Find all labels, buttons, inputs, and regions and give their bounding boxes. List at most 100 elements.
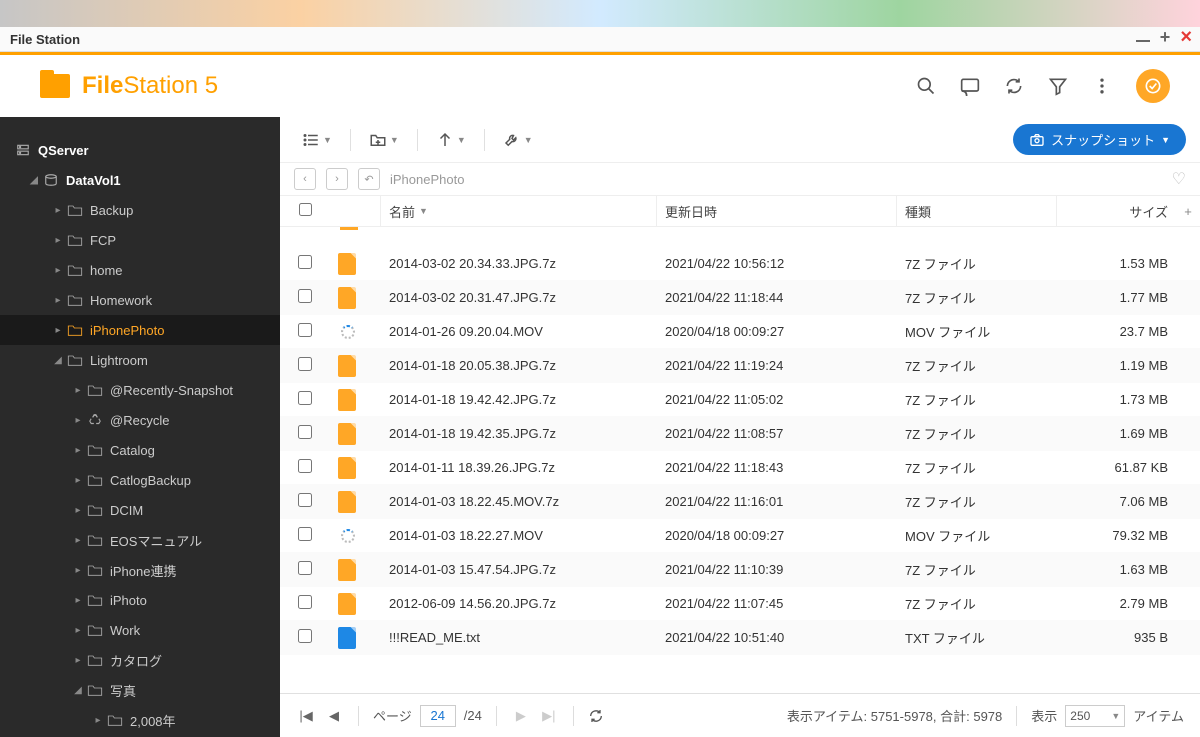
last-page-button[interactable]: ▶| <box>539 708 559 724</box>
sidebar-subitem-5-0[interactable]: ▸@Recently-Snapshot <box>0 375 280 405</box>
cast-icon[interactable] <box>960 76 980 96</box>
sidebar-subitem-5-5[interactable]: ▸EOSマニュアル <box>0 525 280 555</box>
nav-forward-button[interactable]: › <box>326 168 348 190</box>
table-row[interactable]: 2014-03-02 20.31.47.JPG.7z 2021/04/22 11… <box>280 281 1200 315</box>
file-date: 2021/04/22 11:18:43 <box>656 451 896 484</box>
row-checkbox[interactable] <box>298 527 312 541</box>
table-row[interactable]: 2014-01-18 20.05.38.JPG.7z 2021/04/22 11… <box>280 349 1200 383</box>
upload-button[interactable]: ▼ <box>428 127 474 153</box>
row-checkbox[interactable] <box>298 425 312 439</box>
sidebar-subitem-5-10[interactable]: ◢写真 <box>0 675 280 705</box>
more-icon[interactable] <box>1092 76 1112 96</box>
table-row[interactable]: 2014-01-03 15.47.54.JPG.7z 2021/04/22 11… <box>280 553 1200 587</box>
sidebar-subitem-5-3[interactable]: ▸CatlogBackup <box>0 465 280 495</box>
file-date: 2021/04/22 10:51:40 <box>656 621 896 654</box>
table-row[interactable]: 2014-01-18 19.42.35.JPG.7z 2021/04/22 11… <box>280 417 1200 451</box>
sidebar-volume[interactable]: ◢DataVol1 <box>0 165 280 195</box>
file-size: 7.06 MB <box>1056 485 1176 518</box>
refresh-icon[interactable] <box>1004 76 1024 96</box>
next-page-button[interactable]: ▶ <box>511 708 531 724</box>
prev-page-button[interactable]: ◀ <box>324 708 344 724</box>
sidebar-subitem-5-6[interactable]: ▸iPhone連携 <box>0 555 280 585</box>
view-mode-button[interactable]: ▼ <box>294 127 340 153</box>
file-size: 61.87 KB <box>1056 451 1176 484</box>
file-name: 2014-01-26 09.20.04.MOV <box>380 315 656 348</box>
row-checkbox[interactable] <box>298 493 312 507</box>
sidebar-subsubitem-0[interactable]: ▸2,008年 <box>0 705 280 735</box>
nav-back-button[interactable]: ‹ <box>294 168 316 190</box>
sidebar-item-1[interactable]: ▸FCP <box>0 225 280 255</box>
page-size-select[interactable]: 250▼ <box>1065 705 1125 727</box>
content-toolbar: ▼ ▼ ▼ ▼ スナップショット ▼ <box>280 117 1200 163</box>
snapshot-button[interactable]: スナップショット ▼ <box>1013 124 1186 155</box>
page-input[interactable] <box>420 705 456 727</box>
up-folder-indicator[interactable] <box>280 227 1200 247</box>
file-date: 2021/04/22 11:05:02 <box>656 383 896 416</box>
sidebar-subitem-5-2[interactable]: ▸Catalog <box>0 435 280 465</box>
desktop-background <box>0 0 1200 27</box>
sidebar-item-4[interactable]: ▸iPhonePhoto <box>0 315 280 345</box>
file-name: 2014-03-02 20.31.47.JPG.7z <box>380 281 656 314</box>
row-checkbox[interactable] <box>298 391 312 405</box>
search-icon[interactable] <box>916 76 936 96</box>
column-name[interactable]: 名前▼ <box>380 196 656 226</box>
file-date: 2021/04/22 11:07:45 <box>656 587 896 620</box>
sidebar-item-0[interactable]: ▸Backup <box>0 195 280 225</box>
sidebar-root[interactable]: QServer <box>0 135 280 165</box>
breadcrumb-bar: ‹ › ↶ iPhonePhoto ♡ <box>280 163 1200 195</box>
file-size: 1.73 MB <box>1056 383 1176 416</box>
row-checkbox[interactable] <box>298 289 312 303</box>
file-size: 1.69 MB <box>1056 417 1176 450</box>
file-date: 2021/04/22 11:10:39 <box>656 553 896 586</box>
table-row[interactable]: 2012-06-09 14.56.20.JPG.7z 2021/04/22 11… <box>280 587 1200 621</box>
column-type[interactable]: 種類 <box>896 196 1056 226</box>
maximize-icon[interactable]: + <box>1160 30 1171 44</box>
file-name: 2014-01-18 19.42.35.JPG.7z <box>380 417 656 450</box>
first-page-button[interactable]: |◀ <box>296 708 316 724</box>
row-checkbox[interactable] <box>298 357 312 371</box>
column-size[interactable]: サイズ <box>1056 196 1176 226</box>
favorite-icon[interactable]: ♡ <box>1172 169 1186 189</box>
sidebar-subitem-5-4[interactable]: ▸DCIM <box>0 495 280 525</box>
row-checkbox[interactable] <box>298 323 312 337</box>
file-date: 2021/04/22 11:16:01 <box>656 485 896 518</box>
table-row[interactable]: 2014-01-26 09.20.04.MOV 2020/04/18 00:09… <box>280 315 1200 349</box>
file-icon <box>338 457 356 479</box>
table-row[interactable]: 2014-01-18 19.42.42.JPG.7z 2021/04/22 11… <box>280 383 1200 417</box>
file-name: 2014-01-03 15.47.54.JPG.7z <box>380 553 656 586</box>
select-all-checkbox[interactable] <box>299 203 312 216</box>
row-checkbox[interactable] <box>298 255 312 269</box>
items-suffix: アイテム <box>1133 706 1184 725</box>
sidebar-item-3[interactable]: ▸Homework <box>0 285 280 315</box>
new-folder-button[interactable]: ▼ <box>361 127 407 153</box>
sidebar-item-5[interactable]: ◢Lightroom <box>0 345 280 375</box>
snapshot-label: スナップショット <box>1051 130 1155 149</box>
row-checkbox[interactable] <box>298 561 312 575</box>
nav-undo-button[interactable]: ↶ <box>358 168 380 190</box>
table-row[interactable]: 2014-01-03 18.22.45.MOV.7z 2021/04/22 11… <box>280 485 1200 519</box>
row-checkbox[interactable] <box>298 459 312 473</box>
table-row[interactable]: 2014-01-03 18.22.27.MOV 2020/04/18 00:09… <box>280 519 1200 553</box>
file-type: 7Z ファイル <box>896 553 1056 586</box>
row-checkbox[interactable] <box>298 595 312 609</box>
sidebar-item-2[interactable]: ▸home <box>0 255 280 285</box>
table-header: 名前▼ 更新日時 種類 サイズ + <box>280 195 1200 227</box>
table-row[interactable]: !!!READ_ME.txt 2021/04/22 10:51:40 TXT フ… <box>280 621 1200 655</box>
row-checkbox[interactable] <box>298 629 312 643</box>
qsync-button[interactable] <box>1136 69 1170 103</box>
filter-icon[interactable] <box>1048 76 1068 96</box>
add-column-button[interactable]: + <box>1176 204 1200 219</box>
column-date[interactable]: 更新日時 <box>656 196 896 226</box>
file-type: 7Z ファイル <box>896 383 1056 416</box>
sidebar-subitem-5-9[interactable]: ▸カタログ <box>0 645 280 675</box>
reload-button[interactable] <box>588 708 608 724</box>
table-row[interactable]: 2014-01-11 18.39.26.JPG.7z 2021/04/22 11… <box>280 451 1200 485</box>
close-icon[interactable]: × <box>1180 30 1192 44</box>
sidebar-subitem-5-8[interactable]: ▸Work <box>0 615 280 645</box>
table-row[interactable]: 2014-03-02 20.34.33.JPG.7z 2021/04/22 10… <box>280 247 1200 281</box>
sidebar-subitem-5-1[interactable]: ▸@Recycle <box>0 405 280 435</box>
sidebar-subitem-5-7[interactable]: ▸iPhoto <box>0 585 280 615</box>
tools-button[interactable]: ▼ <box>495 127 541 153</box>
minimize-icon[interactable] <box>1136 40 1150 42</box>
file-size: 2.79 MB <box>1056 587 1176 620</box>
